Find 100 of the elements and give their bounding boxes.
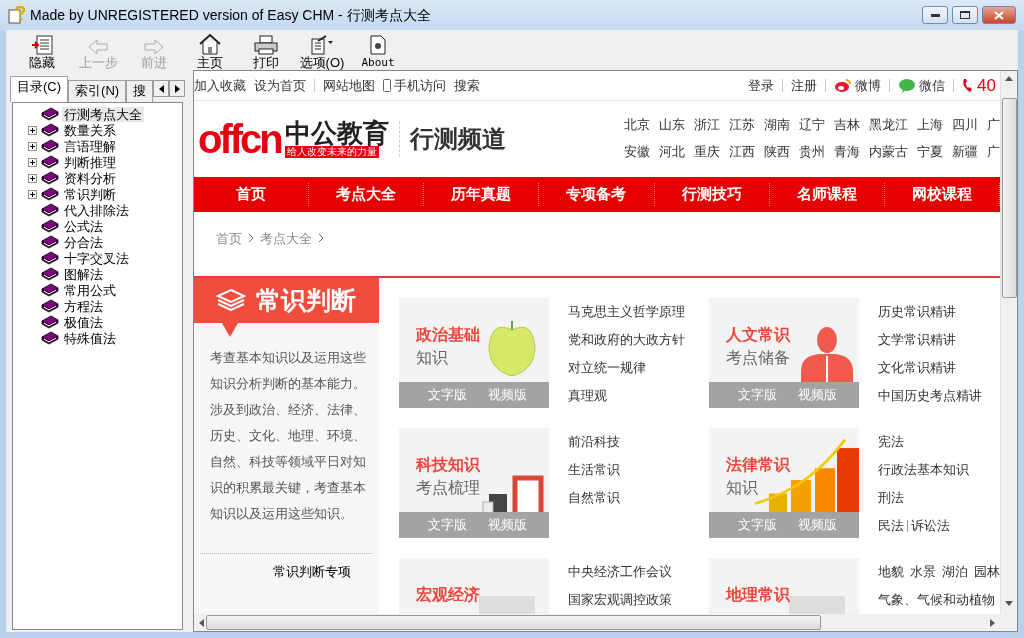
nav-link[interactable]: 考点大全 xyxy=(309,183,425,206)
city-link[interactable]: 湖南 xyxy=(764,116,790,135)
top-link[interactable]: 注册 xyxy=(791,75,818,96)
breadcrumb-link[interactable]: 考点大全 xyxy=(260,229,312,249)
city-link[interactable]: 安徽 xyxy=(624,143,650,162)
topic-link[interactable]: 真理观 xyxy=(568,386,607,406)
nav-link[interactable]: 专项备考 xyxy=(539,183,655,206)
top-link[interactable]: 登录 xyxy=(748,75,775,96)
city-link[interactable]: 江西 xyxy=(729,143,755,162)
city-link[interactable]: 新疆 xyxy=(952,143,978,162)
tree-item[interactable]: 代入排除法 xyxy=(62,202,131,218)
close-button[interactable] xyxy=(982,6,1016,24)
top-link[interactable]: 微博 xyxy=(834,75,882,96)
tree-item[interactable]: 言语理解 xyxy=(62,138,118,154)
topic-link[interactable]: 文化常识精讲 xyxy=(878,358,956,378)
topic-link[interactable]: 马克思主义哲学原理 xyxy=(568,302,685,322)
city-link[interactable]: 北京 xyxy=(624,116,650,135)
city-link[interactable]: 浙江 xyxy=(694,116,720,135)
nav-link[interactable]: 网校课程 xyxy=(884,183,1000,206)
topic-link[interactable]: 诉讼法 xyxy=(911,516,950,536)
maximize-button[interactable] xyxy=(952,6,978,24)
expand-toggle-icon[interactable] xyxy=(28,141,37,151)
toolbar-button[interactable]: 打印 xyxy=(238,30,294,70)
city-link[interactable]: 江苏 xyxy=(729,116,755,135)
topic-link[interactable]: 历史常识精讲 xyxy=(878,302,956,322)
topic-link[interactable]: 国家宏观调控政策 xyxy=(568,590,672,610)
expand-toggle-icon[interactable] xyxy=(28,157,37,167)
expand-toggle-icon[interactable] xyxy=(28,189,37,199)
tree-item[interactable]: 极值法 xyxy=(62,314,105,330)
topic-link[interactable]: 党和政府的大政方针 xyxy=(568,330,685,350)
topic-link[interactable]: 自然常识 xyxy=(568,488,620,508)
horizontal-scrollbar[interactable] xyxy=(194,614,1017,631)
topic-link[interactable]: 水景 xyxy=(910,562,936,582)
topic-link[interactable]: 气象、气候和动植物 xyxy=(878,590,995,610)
top-link[interactable]: 手机访问 xyxy=(383,75,446,96)
top-link[interactable]: 搜索 xyxy=(454,75,480,96)
expand-toggle-icon[interactable] xyxy=(28,173,37,183)
toolbar-button[interactable]: 主页 xyxy=(182,30,238,70)
top-link[interactable]: 40 xyxy=(962,72,996,99)
tree-item[interactable]: 行测考点大全 xyxy=(62,106,144,122)
scroll-left-button[interactable] xyxy=(153,80,169,97)
topic-link[interactable]: 前沿科技 xyxy=(568,432,620,452)
tree-item[interactable]: 判断推理 xyxy=(62,154,118,170)
topic-link[interactable]: 地貌 xyxy=(878,562,904,582)
city-link[interactable]: 广 xyxy=(987,143,1000,162)
topic-link[interactable]: 刑法 xyxy=(878,488,904,508)
topic-link[interactable]: 中央经济工作会议 xyxy=(568,562,672,582)
topic-link[interactable]: 湖泊 xyxy=(942,562,968,582)
topic-link[interactable]: 行政法基本知识 xyxy=(878,460,969,480)
topic-link[interactable]: 对立统一规律 xyxy=(568,358,646,378)
city-link[interactable]: 黑龙江 xyxy=(869,116,908,135)
tree-item[interactable]: 特殊值法 xyxy=(62,330,118,346)
tree-item[interactable]: 方程法 xyxy=(62,298,105,314)
city-link[interactable]: 陕西 xyxy=(764,143,790,162)
city-link[interactable]: 青海 xyxy=(834,143,860,162)
nav-link[interactable]: 历年真题 xyxy=(424,183,540,206)
scroll-right-button[interactable] xyxy=(169,80,185,97)
city-link[interactable]: 辽宁 xyxy=(799,116,825,135)
topic-link[interactable]: 文学常识精讲 xyxy=(878,330,956,350)
toolbar-button[interactable]: 隐藏 xyxy=(14,30,70,70)
nav-link[interactable]: 首页 xyxy=(194,183,310,206)
city-link[interactable]: 重庆 xyxy=(694,143,720,162)
city-link[interactable]: 上海 xyxy=(917,116,943,135)
topic-link[interactable]: 生活常识 xyxy=(568,460,620,480)
topic-link[interactable]: 中国历史考点精讲 xyxy=(878,386,982,406)
nav-link[interactable]: 名师课程 xyxy=(769,183,885,206)
breadcrumb-link[interactable]: 首页 xyxy=(216,229,242,249)
tab[interactable]: 搜 xyxy=(126,80,154,102)
city-link[interactable]: 河北 xyxy=(659,143,685,162)
tab[interactable]: 目录(C) xyxy=(10,76,69,102)
city-link[interactable]: 山东 xyxy=(659,116,685,135)
tree-item[interactable]: 数量关系 xyxy=(62,122,118,138)
top-link[interactable]: 加入收藏 xyxy=(194,75,246,96)
section-link[interactable]: 常识判断专项 xyxy=(273,564,351,579)
topic-link[interactable]: 宪法 xyxy=(878,432,904,452)
vertical-scrollbar[interactable] xyxy=(1000,71,1017,614)
city-link[interactable]: 内蒙古 xyxy=(869,143,908,162)
tree-item[interactable]: 图解法 xyxy=(62,266,105,282)
topic-link[interactable]: 民法 xyxy=(878,516,904,536)
city-link[interactable]: 吉林 xyxy=(834,116,860,135)
tree-item[interactable]: 常用公式 xyxy=(62,282,118,298)
tree-item[interactable]: 分合法 xyxy=(62,234,105,250)
expand-toggle-icon[interactable] xyxy=(28,125,37,135)
toolbar-button[interactable]: 选项(O) xyxy=(294,30,350,70)
city-link[interactable]: 贵州 xyxy=(799,143,825,162)
scrollbar-thumb[interactable] xyxy=(1001,98,1017,298)
topic-link[interactable]: 园林 xyxy=(974,562,1000,582)
nav-link[interactable]: 行测技巧 xyxy=(654,183,770,206)
tree-item[interactable]: 常识判断 xyxy=(62,186,118,202)
tree-item[interactable]: 十字交叉法 xyxy=(62,250,131,266)
tree-item[interactable]: 资料分析 xyxy=(62,170,118,186)
city-link[interactable]: 宁夏 xyxy=(917,143,943,162)
top-link[interactable]: 设为首页 xyxy=(254,75,306,96)
tree-item[interactable]: 公式法 xyxy=(62,218,105,234)
top-link[interactable]: 微信 xyxy=(898,75,946,96)
top-link[interactable]: 网站地图 xyxy=(323,75,375,96)
tab[interactable]: 索引(N) xyxy=(68,80,127,102)
toolbar-button[interactable]: About xyxy=(350,30,406,70)
city-link[interactable]: 四川 xyxy=(952,116,978,135)
scrollbar-thumb[interactable] xyxy=(206,615,821,630)
